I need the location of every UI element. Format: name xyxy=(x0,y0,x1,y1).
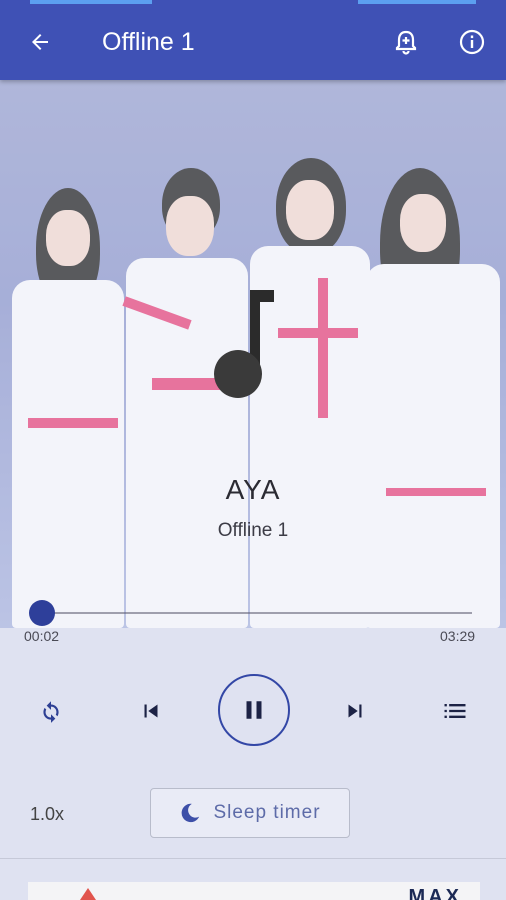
alarm-add-icon xyxy=(395,30,417,55)
song-subtitle: Offline 1 xyxy=(217,520,289,541)
play-pause-button[interactable] xyxy=(218,674,290,746)
skip-next-icon xyxy=(348,704,362,718)
elapsed-time: 00:02 xyxy=(24,628,60,644)
ad-logo-icon xyxy=(80,888,96,900)
total-time: 03:29 xyxy=(440,628,476,644)
ad-banner[interactable]: MAX xyxy=(28,882,480,900)
info-button[interactable] xyxy=(456,26,488,58)
song-title: AYA xyxy=(225,474,281,505)
previous-button[interactable] xyxy=(134,694,168,728)
pause-icon xyxy=(246,701,262,719)
repeat-icon xyxy=(43,701,59,723)
divider xyxy=(0,858,506,859)
back-arrow-icon xyxy=(32,34,48,50)
alarm-button[interactable] xyxy=(390,26,422,58)
moon-icon xyxy=(182,803,200,823)
next-button[interactable] xyxy=(338,694,372,728)
queue-button[interactable] xyxy=(438,694,472,728)
skip-previous-icon xyxy=(144,704,158,718)
app-bar: Offline 1 xyxy=(0,0,506,80)
info-icon xyxy=(459,29,485,55)
music-note-icon xyxy=(214,290,274,398)
queue-list-icon xyxy=(444,704,466,718)
status-strip-right xyxy=(358,0,476,4)
back-button[interactable] xyxy=(24,26,56,58)
sleep-timer-label: Sleep timer xyxy=(213,802,321,823)
album-artwork: AYA Offline 1 xyxy=(0,80,506,628)
page-title: Offline 1 xyxy=(102,28,195,56)
ad-text: MAX xyxy=(408,886,462,900)
playback-speed[interactable]: 1.0x xyxy=(30,804,64,825)
seek-bar[interactable] xyxy=(38,612,472,614)
sleep-timer-button[interactable]: Sleep timer xyxy=(150,788,350,838)
repeat-button[interactable] xyxy=(34,694,68,728)
player-screen: Offline 1 AYA Offline 1 00:02 03:29 1.0x… xyxy=(0,0,506,900)
status-strip-left xyxy=(30,0,152,4)
